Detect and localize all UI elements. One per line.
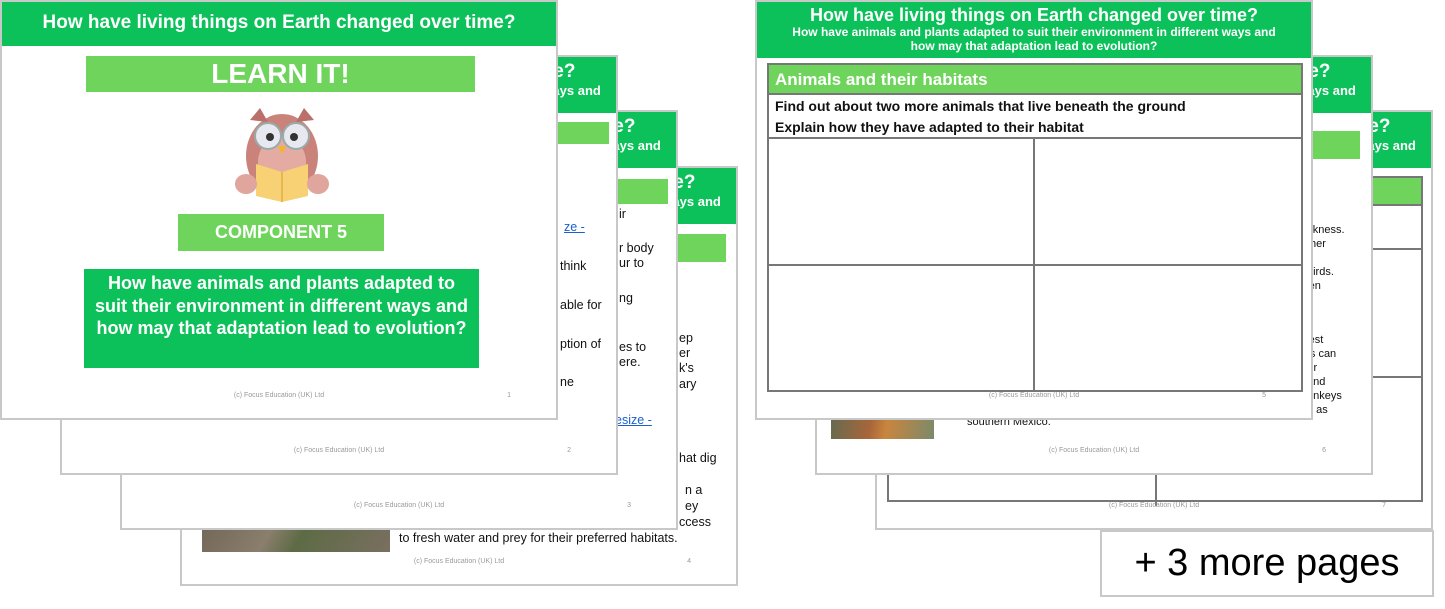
page-number: 2 xyxy=(567,447,571,454)
footer: (c) Focus Education (UK) Ltd xyxy=(353,502,445,509)
text-fragment: es to xyxy=(619,340,647,354)
text-fragment: hat dig xyxy=(679,451,717,465)
link-fragment[interactable]: esize - xyxy=(615,413,652,427)
slide-subtitle-2: how may that adaptation lead to evolutio… xyxy=(910,39,1158,53)
footer: (c) Focus Education (UK) Ltd xyxy=(293,447,385,454)
slide-subtitle: How have animals and plants adapted to s… xyxy=(792,25,1276,39)
text-fragment: n a xyxy=(685,483,703,497)
task-1: Find out about two more animals that liv… xyxy=(775,98,1186,114)
page-number: 1 xyxy=(507,392,511,399)
text-fragment: to fresh water and prey for their prefer… xyxy=(399,531,678,545)
text-fragment: er xyxy=(679,346,691,360)
slide-5[interactable]: How have living things on Earth changed … xyxy=(755,0,1313,420)
link-fragment[interactable]: ze - xyxy=(564,220,585,234)
footer: (c) Focus Education (UK) Ltd xyxy=(413,558,505,565)
text-fragment: ur to xyxy=(619,256,645,270)
text-fragment: ne xyxy=(560,375,574,389)
page-number: 5 xyxy=(1262,392,1266,399)
section-title: Animals and their habitats xyxy=(769,65,1301,95)
page-number: 3 xyxy=(627,502,631,509)
slide-header: How have living things on Earth changed … xyxy=(2,2,556,46)
footer: (c) Focus Education (UK) Ltd xyxy=(1108,502,1200,509)
page-number: 7 xyxy=(1382,502,1386,509)
answer-box-tl[interactable] xyxy=(769,137,1035,264)
slide-1[interactable]: How have living things on Earth changed … xyxy=(0,0,558,420)
text-fragment: ption of xyxy=(560,337,602,351)
footer: (c) Focus Education (UK) Ltd xyxy=(988,392,1080,399)
text-fragment: ccess xyxy=(679,515,711,529)
slide-header: How have living things on Earth changed … xyxy=(757,2,1311,58)
text-fragment: r body xyxy=(619,241,654,255)
footer: (c) Focus Education (UK) Ltd xyxy=(233,392,325,399)
slide-title: How have living things on Earth changed … xyxy=(809,5,1259,25)
page-number: 4 xyxy=(687,558,691,565)
worksheet-table: Animals and their habitats Find out abou… xyxy=(767,63,1303,392)
question-box: How have animals and plants adapted to s… xyxy=(84,269,479,368)
text-fragment: ir xyxy=(619,207,626,221)
text-fragment: able for xyxy=(560,298,602,312)
answer-box-tr[interactable] xyxy=(1035,137,1301,264)
answer-box-br[interactable] xyxy=(1035,264,1301,390)
text-fragment: ng xyxy=(619,291,633,305)
text-fragment: ary xyxy=(679,377,697,391)
text-fragment: k's xyxy=(679,361,694,375)
learn-it-banner: LEARN IT! xyxy=(86,56,475,92)
task-2: Explain how they have adapted to their h… xyxy=(775,119,1084,135)
page-number: 6 xyxy=(1322,447,1326,454)
text-fragment: think xyxy=(560,259,587,273)
answer-box-bl[interactable] xyxy=(769,264,1035,390)
footer: (c) Focus Education (UK) Ltd xyxy=(1048,447,1140,454)
text-fragment: ep xyxy=(679,331,693,345)
owl-reading-icon xyxy=(235,108,329,202)
text-fragment: ere. xyxy=(619,355,641,369)
more-pages-badge[interactable]: + 3 more pages xyxy=(1100,530,1434,597)
text-fragment: ey xyxy=(685,499,699,513)
slide-title: How have living things on Earth changed … xyxy=(42,12,516,33)
component-label: COMPONENT 5 xyxy=(178,214,384,251)
